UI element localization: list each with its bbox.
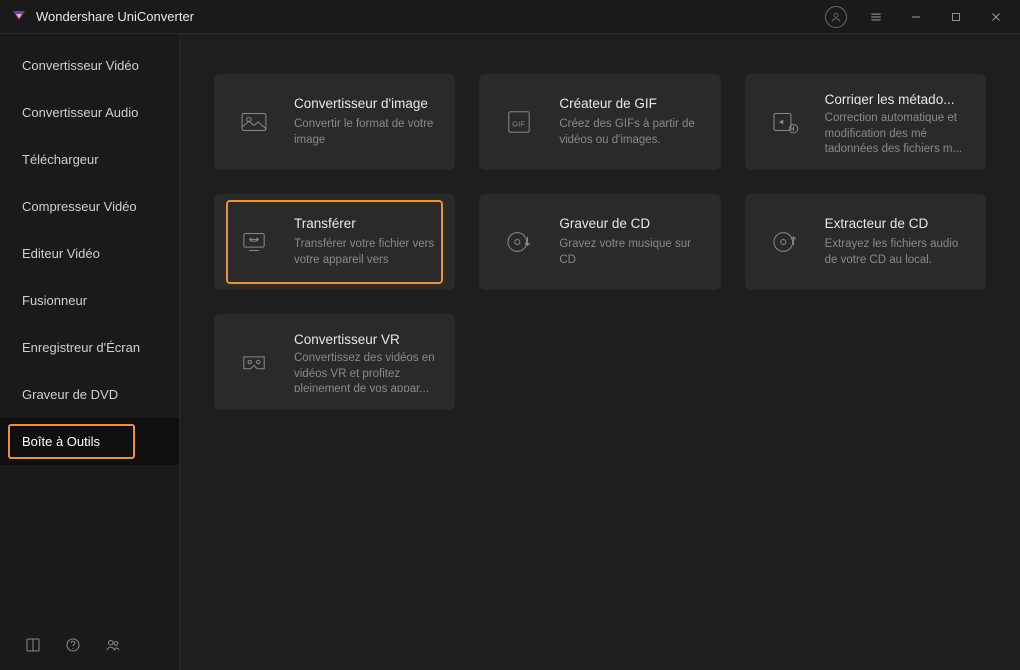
cd-rip-icon: [761, 212, 809, 272]
close-icon[interactable]: [982, 3, 1010, 31]
titlebar-left: Wondershare UniConverter: [10, 8, 194, 26]
card-gif-maker[interactable]: GIF Créateur de GIF Créez des GIFs à par…: [479, 74, 720, 170]
svg-text:GIF: GIF: [513, 119, 526, 128]
sidebar-item-audio-converter[interactable]: Convertisseur Audio: [0, 89, 179, 136]
sidebar-item-downloader[interactable]: Téléchargeur: [0, 136, 179, 183]
card-cd-ripper[interactable]: Extracteur de CD Extrayez les fichiers a…: [745, 194, 986, 290]
account-icon[interactable]: [822, 3, 850, 31]
titlebar-right: [822, 3, 1010, 31]
card-title: Créateur de GIF: [559, 96, 700, 111]
transfer-icon: [230, 212, 278, 272]
sidebar-item-toolbox[interactable]: Boîte à Outils: [0, 418, 179, 465]
vr-icon: [230, 332, 278, 392]
card-desc: Convertissez des vidéos en vidéos VR et …: [294, 351, 435, 392]
card-title: Corriger les métado...: [825, 92, 966, 105]
card-cd-burner[interactable]: Graveur de CD Gravez votre musique sur C…: [479, 194, 720, 290]
card-desc: Extrayez les fichiers audio de votre CD …: [825, 237, 966, 268]
sidebar-item-screen-recorder[interactable]: Enregistreur d'Écran: [0, 324, 179, 371]
main-content: Convertisseur d'image Convertir le forma…: [180, 34, 1020, 670]
sidebar: Convertisseur Vidéo Convertisseur Audio …: [0, 34, 180, 670]
card-title: Graveur de CD: [559, 216, 700, 231]
card-image-converter[interactable]: Convertisseur d'image Convertir le forma…: [214, 74, 455, 170]
book-icon[interactable]: [24, 636, 42, 654]
titlebar: Wondershare UniConverter: [0, 0, 1020, 34]
users-icon[interactable]: [104, 636, 122, 654]
card-fix-metadata[interactable]: Corriger les métado... Correction automa…: [745, 74, 986, 170]
sidebar-item-video-editor[interactable]: Editeur Vidéo: [0, 230, 179, 277]
card-transfer[interactable]: Transférer Transférer votre fichier vers…: [214, 194, 455, 290]
cd-burn-icon: [495, 212, 543, 272]
gif-icon: GIF: [495, 92, 543, 152]
help-icon[interactable]: [64, 636, 82, 654]
sidebar-item-video-compressor[interactable]: Compresseur Vidéo: [0, 183, 179, 230]
menu-icon[interactable]: [862, 3, 890, 31]
card-vr-converter[interactable]: Convertisseur VR Convertissez des vidéos…: [214, 314, 455, 410]
card-title: Extracteur de CD: [825, 216, 966, 231]
maximize-icon[interactable]: [942, 3, 970, 31]
sidebar-item-dvd-burner[interactable]: Graveur de DVD: [0, 371, 179, 418]
app-logo-icon: [10, 8, 28, 26]
app-title: Wondershare UniConverter: [36, 9, 194, 24]
card-desc: Transférer votre fichier vers votre appa…: [294, 237, 435, 268]
card-desc: Créez des GIFs à partir de vidéos ou d'i…: [559, 117, 700, 148]
card-title: Transférer: [294, 216, 435, 231]
sidebar-footer: [0, 620, 179, 670]
metadata-icon: [761, 92, 809, 152]
card-title: Convertisseur VR: [294, 332, 435, 345]
card-desc: Convertir le format de votre image: [294, 117, 435, 148]
minimize-icon[interactable]: [902, 3, 930, 31]
image-icon: [230, 92, 278, 152]
card-title: Convertisseur d'image: [294, 96, 435, 111]
sidebar-item-video-converter[interactable]: Convertisseur Vidéo: [0, 42, 179, 89]
sidebar-item-merger[interactable]: Fusionneur: [0, 277, 179, 324]
card-desc: Gravez votre musique sur CD: [559, 237, 700, 268]
card-desc: Correction automatique et modification d…: [825, 111, 966, 152]
